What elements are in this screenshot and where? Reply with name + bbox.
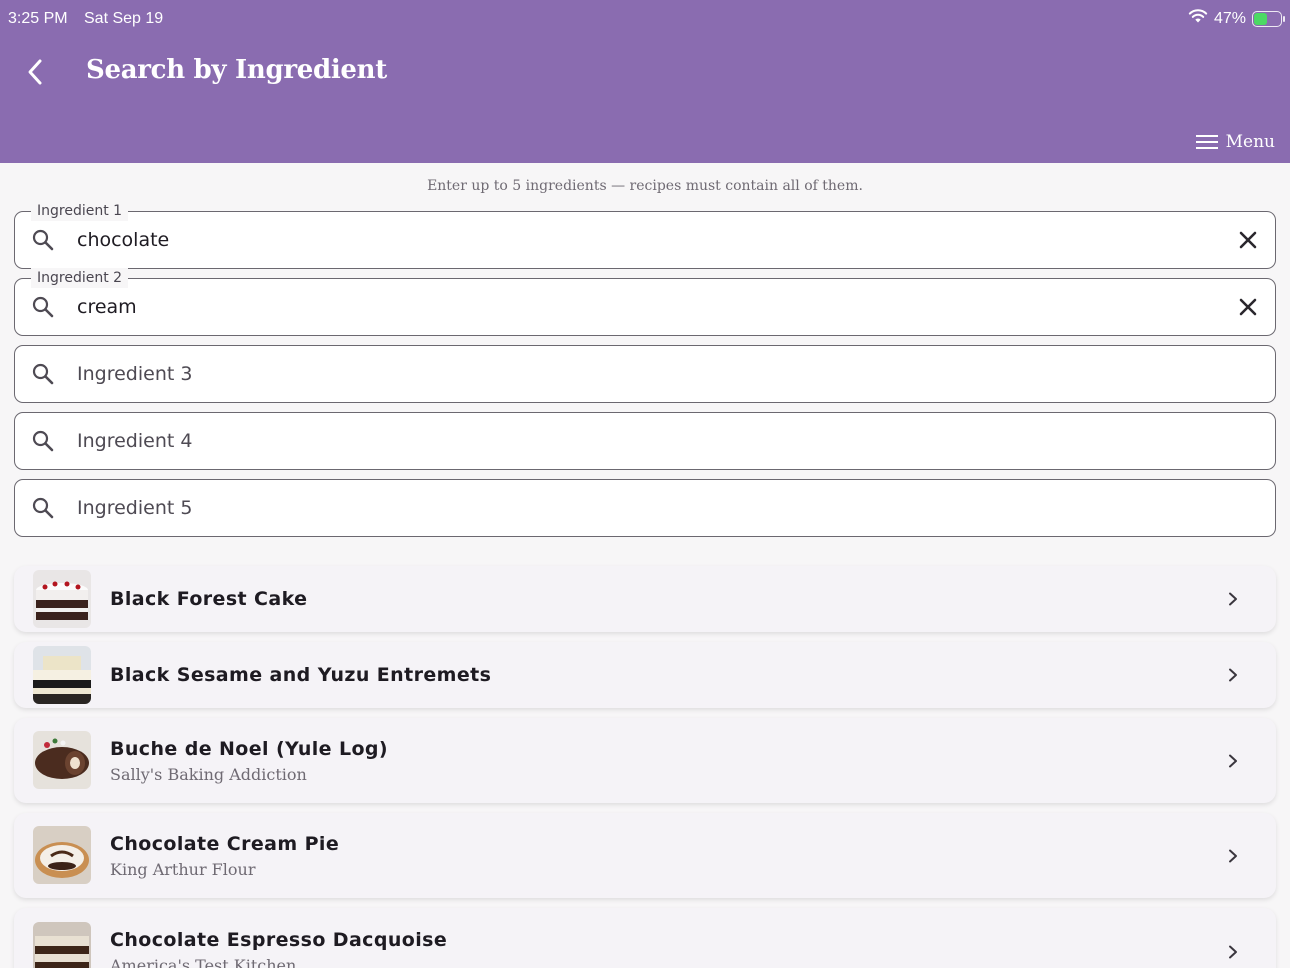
recipe-result[interactable]: Black Forest Cake [14,566,1276,632]
recipe-source: Sally's Baking Addiction [110,765,307,784]
status-indicators: 47% [1188,8,1285,29]
status-time: 3:25 PM [8,10,68,27]
search-icon [32,430,54,452]
wifi-icon [1188,8,1208,29]
ingredient-field-label: Ingredient 1 [31,201,129,221]
ingredient-field-label: Ingredient 2 [31,268,129,288]
recipe-title: Chocolate Cream Pie [110,833,340,855]
ingredient-input[interactable] [77,494,1207,522]
menu-button[interactable]: Menu [1195,132,1275,152]
hamburger-icon [1195,135,1218,149]
battery-percent: 47% [1213,9,1246,27]
chevron-left-icon [28,59,42,85]
ingredient-field-3[interactable] [14,345,1276,403]
clear-icon[interactable] [1237,296,1259,318]
recipe-title: Buche de Noel (Yule Log) [110,738,389,760]
chevron-right-icon [1229,754,1237,768]
recipe-result[interactable]: Chocolate Espresso Dacquoise America's T… [14,908,1276,968]
chevron-right-icon [1229,945,1237,959]
ingredient-input[interactable] [77,360,1207,388]
page-title: Search by Ingredient [86,55,387,85]
search-icon [32,296,54,318]
ingredient-field-2[interactable]: Ingredient 2 [14,268,1276,336]
battery-icon [1252,10,1285,27]
recipe-thumbnail [33,922,91,968]
recipe-result[interactable]: Black Sesame and Yuzu Entremets [14,642,1276,708]
recipe-result[interactable]: Chocolate Cream Pie King Arthur Flour [14,813,1276,898]
ingredient-field-5[interactable] [14,479,1276,537]
ingredient-field-1[interactable]: Ingredient 1 [14,201,1276,269]
status-date: Sat Sep 19 [84,10,164,27]
menu-label: Menu [1225,132,1275,152]
ingredient-field-4[interactable] [14,412,1276,470]
recipe-thumbnail [33,646,91,704]
recipe-result[interactable]: Buche de Noel (Yule Log) Sally's Baking … [14,718,1276,803]
recipe-thumbnail [33,570,91,628]
recipe-title: Chocolate Espresso Dacquoise [110,929,448,951]
search-icon [32,363,54,385]
ingredient-input[interactable] [77,293,1207,321]
chevron-right-icon [1229,849,1237,863]
search-icon [32,229,54,251]
chevron-right-icon [1229,592,1237,606]
recipe-title: Black Forest Cake [110,588,308,610]
search-icon [32,497,54,519]
clear-icon[interactable] [1237,229,1259,251]
back-button[interactable] [18,54,52,90]
recipe-thumbnail [33,731,91,789]
recipe-source: King Arthur Flour [110,860,256,879]
battery-level [1254,12,1268,25]
app-header: 3:25 PM Sat Sep 19 47% Search by Ingredi… [0,0,1290,163]
ingredient-input[interactable] [77,226,1207,254]
recipe-thumbnail [33,826,91,884]
recipe-source: America's Test Kitchen [110,956,297,968]
chevron-right-icon [1229,668,1237,682]
search-hint: Enter up to 5 ingredients — recipes must… [427,178,863,194]
ingredient-input[interactable] [77,427,1207,455]
recipe-title: Black Sesame and Yuzu Entremets [110,664,492,686]
